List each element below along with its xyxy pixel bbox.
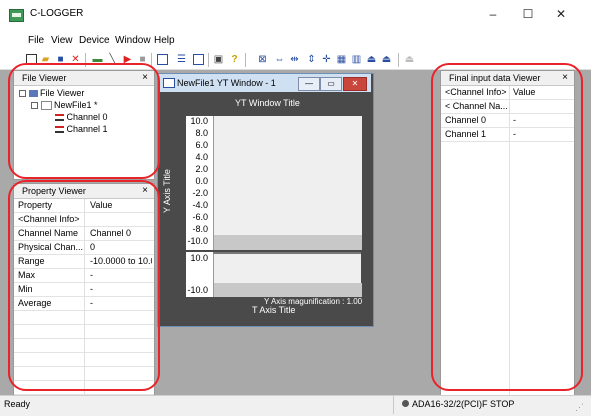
y-tick-label: 0.0 (195, 176, 208, 186)
toolbar-separator (208, 53, 209, 67)
grid-off-icon[interactable]: ▥ (351, 54, 362, 65)
expand-vertical-icon[interactable]: ⇕ (306, 54, 317, 65)
status-divider (393, 396, 394, 414)
plot-band-bottom (213, 283, 362, 297)
yt-window-icon[interactable] (157, 54, 168, 65)
minimize-button[interactable]: – (482, 6, 504, 22)
device-status-text: ADA16-32/2(PCI)F STOP (412, 399, 515, 409)
app-title: C-LOGGER (30, 8, 84, 19)
annotation-oval (8, 180, 160, 391)
y-tick-label: -6.0 (192, 212, 208, 222)
device-status-icon (402, 400, 409, 407)
yt-close-button[interactable]: ✕ (343, 77, 367, 91)
y-tick-label: 4.0 (195, 152, 208, 162)
y-tick-label: 10.0 (190, 116, 208, 126)
menu-view[interactable]: View (51, 35, 73, 46)
close-button[interactable]: ✕ (550, 6, 572, 22)
y-tick-label: -10.0 (187, 285, 208, 295)
toolbar-separator (398, 53, 399, 67)
y-tick-label: -4.0 (192, 200, 208, 210)
y-tick-label: 10.0 (190, 253, 208, 263)
plot-grid-top[interactable] (213, 116, 362, 235)
y-tick-label: 8.0 (195, 128, 208, 138)
shrink-horizontal-icon[interactable]: ⇹ (289, 54, 300, 65)
y-tick-label: -10.0 (187, 236, 208, 246)
grid-on-icon[interactable]: ▦ (336, 54, 347, 65)
yt-minimize-button[interactable]: — (298, 77, 320, 91)
toolbar-separator (245, 53, 246, 67)
plot-band-top (213, 235, 362, 250)
disabled-tool-icon: ⏏ (404, 54, 415, 65)
expand-horizontal-icon[interactable]: ⇔ (274, 54, 285, 65)
y-tick-label: 2.0 (195, 164, 208, 174)
app-logo-icon (9, 9, 24, 22)
list-window-icon[interactable]: ☰ (176, 54, 187, 65)
yt-restore-button[interactable]: ▭ (320, 77, 342, 91)
yt-window-icon (163, 78, 175, 88)
y-tick-label: -8.0 (192, 224, 208, 234)
y-axis-title: Y Axis Title (162, 169, 172, 213)
yt-window-caption-text: NewFile1 YT Window - 1 (177, 78, 276, 88)
annotation-oval (431, 63, 583, 391)
channel-down-icon[interactable]: ⏏ (381, 54, 392, 65)
cursor-icon[interactable]: ✛ (321, 54, 332, 65)
status-text: Ready (4, 399, 31, 409)
split-window-icon[interactable] (193, 54, 204, 65)
channel-up-icon[interactable]: ⏏ (366, 54, 377, 65)
menu-file[interactable]: File (28, 35, 44, 46)
zoom-fit-icon[interactable]: ⊠ (257, 54, 268, 65)
menu-window[interactable]: Window (115, 35, 151, 46)
y-tick-label: 6.0 (195, 140, 208, 150)
plot-title: YT Window Title (235, 98, 300, 108)
maximize-button[interactable]: ☐ (517, 6, 539, 22)
plot-grid-bottom[interactable] (213, 252, 361, 283)
x-axis-title: T Axis Title (252, 305, 296, 315)
help-icon[interactable]: ? (229, 54, 240, 65)
print-icon[interactable]: ▣ (213, 54, 224, 65)
annotation-oval (8, 63, 160, 179)
resize-grip-icon[interactable]: ⋰ (575, 402, 584, 413)
y-tick-label: -2.0 (192, 188, 208, 198)
menu-device[interactable]: Device (79, 35, 110, 46)
menu-help[interactable]: Help (154, 35, 175, 46)
